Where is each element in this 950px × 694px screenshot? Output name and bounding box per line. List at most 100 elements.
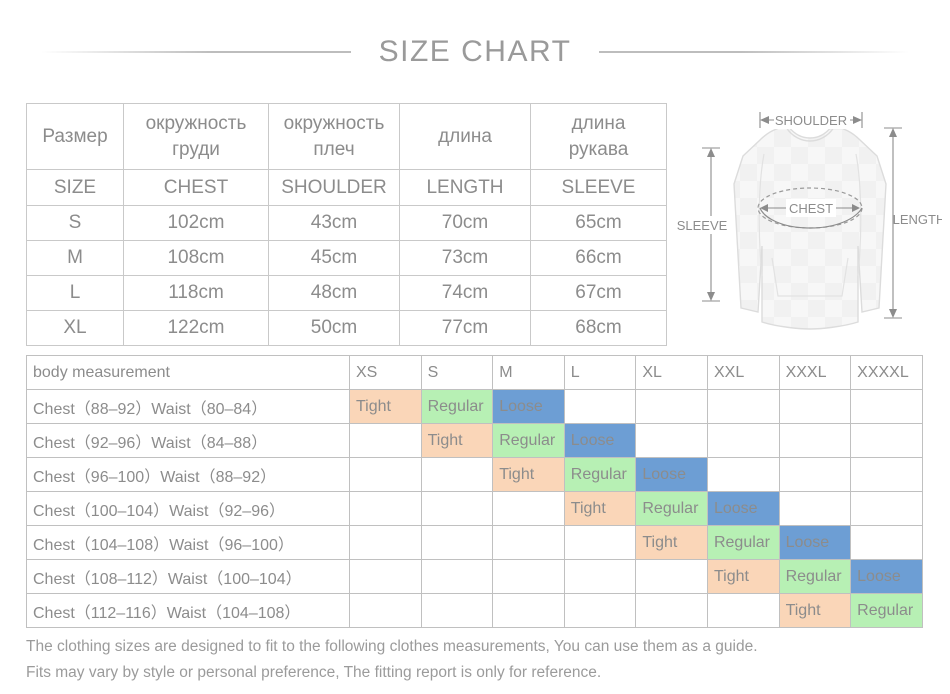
fit-cell-xxl-empty xyxy=(706,593,780,628)
shoulder-label: SHOULDER xyxy=(775,113,847,128)
fit-table-row: Chest（96–100）Waist（88–92） Tight Regular Loo… xyxy=(26,457,923,492)
fit-cell-xs-tight: Tight xyxy=(349,389,422,424)
fit-cell-s-empty xyxy=(420,593,494,628)
fit-cell-xxxl-tight: Tight xyxy=(778,593,852,628)
fit-row-label: Chest（96–100）Waist（88–92） xyxy=(26,457,350,492)
page-header: SIZE CHART xyxy=(0,30,950,74)
fit-cell-xxxl-regular: Regular xyxy=(778,559,852,594)
size-cell-shoulder: 45cm xyxy=(268,240,400,276)
footer-line-1: The clothing sizes are designed to fit t… xyxy=(26,638,758,655)
fit-cell-l-empty xyxy=(563,525,637,560)
sleeve-arrow-bottom xyxy=(707,292,715,301)
fit-size-header-xs: XS xyxy=(349,355,422,390)
size-cell-chest: 122cm xyxy=(123,310,269,346)
fit-cell-xxxl-loose: Loose xyxy=(778,525,852,560)
size-header-en-0: SIZE xyxy=(26,169,124,206)
fit-cell-m-regular: Regular xyxy=(492,423,565,458)
fit-cell-s-empty xyxy=(420,491,494,526)
size-header-ru-2: окружность плеч xyxy=(268,103,400,170)
size-cell-size: L xyxy=(26,275,124,311)
title-divider-right xyxy=(599,51,910,53)
fit-cell-xl-empty xyxy=(635,593,708,628)
fit-table-row: Chest（104–108）Waist（96–100） Tight Regular L… xyxy=(26,525,923,560)
fit-cell-xxxxl-empty xyxy=(850,389,923,424)
size-cell-size: S xyxy=(26,205,124,241)
fit-cell-xxxxl-empty xyxy=(850,491,923,526)
fit-cell-s-tight: Tight xyxy=(420,423,494,458)
size-header-ru-line: длина xyxy=(571,112,626,134)
shoulder-arrow-right xyxy=(853,116,862,124)
fit-cell-l-loose: Loose xyxy=(563,423,637,458)
fit-cell-xxxl-empty xyxy=(778,491,852,526)
size-cell-sleeve: 68cm xyxy=(530,310,667,346)
fit-cell-s-empty xyxy=(420,525,494,560)
fit-cell-m-tight: Tight xyxy=(492,457,565,492)
fit-cell-xxl-empty xyxy=(706,457,780,492)
length-arrow-top xyxy=(889,128,897,137)
size-cell-sleeve: 66cm xyxy=(530,240,667,276)
size-table-row: L 118cm 48cm 74cm 67cm xyxy=(26,275,667,311)
size-header-ru-1: окружность груди xyxy=(123,103,269,170)
fit-cell-s-empty xyxy=(420,559,494,594)
fit-cell-xxxl-empty xyxy=(778,457,852,492)
fit-cell-xs-empty xyxy=(349,593,422,628)
fit-table-row: Chest（92–96）Waist（84–88） Tight Regular Loos… xyxy=(26,423,923,458)
size-table-header-ru: Размер окружность груди окружность плеч длина… xyxy=(26,103,667,170)
fit-cell-xxl-loose: Loose xyxy=(706,491,780,526)
fit-cell-xs-empty xyxy=(349,525,422,560)
garment-diagram: CHEST SHOULDER SLEEVE LENGTH xyxy=(672,96,942,346)
size-header-ru-line: Размер xyxy=(42,125,108,147)
fit-cell-xxxxl-loose: Loose xyxy=(850,559,923,594)
fit-row-label: Chest（92–96）Waist（84–88） xyxy=(26,423,350,458)
fit-size-header-xxxl: XXXL xyxy=(778,355,852,390)
fit-cell-xl-regular: Regular xyxy=(635,491,708,526)
fit-cell-xl-empty xyxy=(635,389,708,424)
size-cell-size: M xyxy=(26,240,124,276)
page-title: SIZE CHART xyxy=(378,35,572,68)
size-cell-length: 77cm xyxy=(399,310,531,346)
size-table-row: M 108cm 45cm 73cm 66cm xyxy=(26,240,667,276)
fit-table-label-header: body measurement xyxy=(26,355,350,390)
footer-line-2: Fits may vary by style or personal prefe… xyxy=(26,664,602,681)
fit-cell-xl-tight: Tight xyxy=(635,525,708,560)
fit-size-header-xl: XL xyxy=(635,355,708,390)
fit-row-label: Chest（100–104）Waist（92–96） xyxy=(26,491,350,526)
fit-cell-xxl-tight: Tight xyxy=(706,559,780,594)
fit-cell-xxxl-empty xyxy=(778,423,852,458)
size-table-row: XL 122cm 50cm 77cm 68cm xyxy=(26,310,667,346)
fit-cell-xs-empty xyxy=(349,457,422,492)
fit-table-header-row: body measurement XS S M L XL XXL XXXL XXXXL xyxy=(26,355,923,390)
size-header-ru-line: груди xyxy=(172,138,220,160)
fit-cell-xxxl-empty xyxy=(778,389,852,424)
fit-cell-xxl-regular: Regular xyxy=(706,525,780,560)
fit-cell-xxxxl-empty xyxy=(850,457,923,492)
fit-cell-l-empty xyxy=(563,389,637,424)
size-cell-chest: 108cm xyxy=(123,240,269,276)
size-chart-table: Размер окружность груди окружность плеч длина… xyxy=(26,103,667,346)
size-header-ru-3: длина xyxy=(399,103,531,170)
size-header-ru-line: длина xyxy=(438,125,492,147)
fit-cell-l-empty xyxy=(563,559,637,594)
fit-table-row: Chest（112–116）Waist（104–108） Tight Regular xyxy=(26,593,923,628)
size-cell-length: 70cm xyxy=(399,205,531,241)
fit-cell-xxl-empty xyxy=(706,423,780,458)
size-header-ru-0: Размер xyxy=(26,103,124,170)
size-cell-sleeve: 65cm xyxy=(530,205,667,241)
fit-table-row: Chest（100–104）Waist（92–96） Tight Regular Lo… xyxy=(26,491,923,526)
fit-cell-xxxxl-empty xyxy=(850,525,923,560)
fit-cell-m-empty xyxy=(492,593,565,628)
fit-cell-s-regular: Regular xyxy=(420,389,494,424)
fit-cell-xs-empty xyxy=(349,423,422,458)
fit-table-row: Chest（108–112）Waist（100–104） Tight Regular… xyxy=(26,559,923,594)
size-header-ru-line: рукава xyxy=(568,138,629,160)
fit-table-row: Chest（88–92）Waist（80–84） Tight Regular Loos… xyxy=(26,389,923,424)
fit-size-header-xxxxl: XXXXL xyxy=(850,355,923,390)
size-header-ru-4: длина рукава xyxy=(530,103,667,170)
fit-size-header-xxl: XXL xyxy=(706,355,780,390)
size-header-ru-line: плеч xyxy=(313,138,355,160)
size-header-en-3: LENGTH xyxy=(399,169,531,206)
fit-cell-l-regular: Regular xyxy=(563,457,637,492)
fit-size-header-s: S xyxy=(420,355,494,390)
fit-cell-m-empty xyxy=(492,559,565,594)
footer-note: The clothing sizes are designed to fit t… xyxy=(26,634,926,686)
